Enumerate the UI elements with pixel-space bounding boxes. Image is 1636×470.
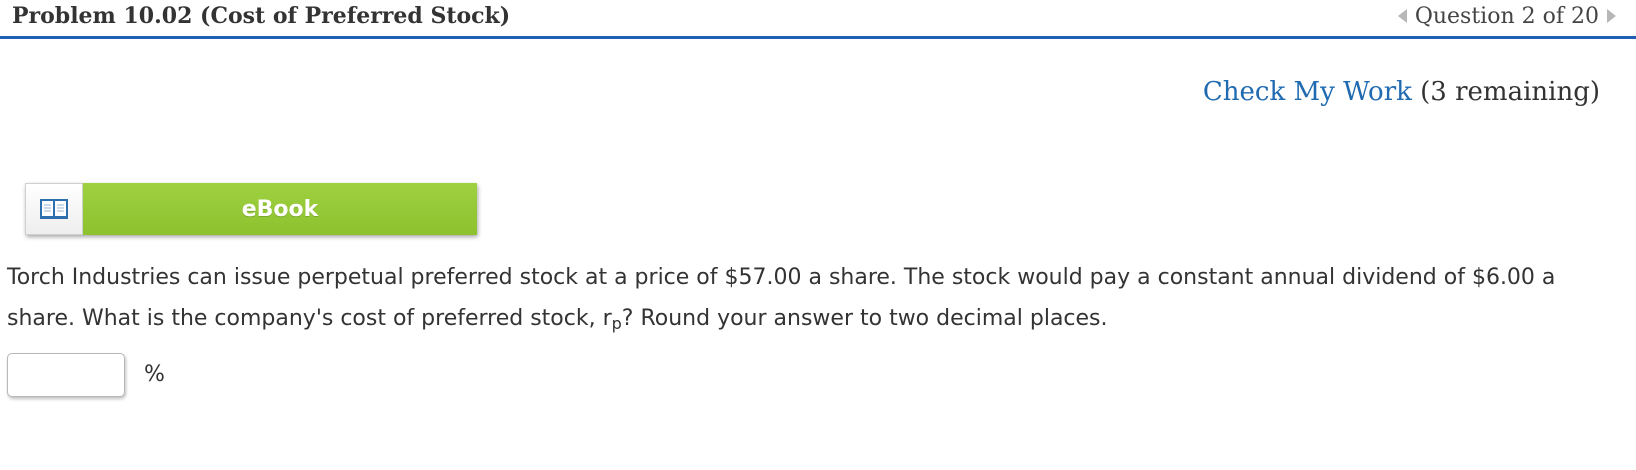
question-navigator: Question 2 of 20 [1397, 1, 1616, 31]
check-my-work-link[interactable]: Check My Work [1203, 77, 1412, 107]
next-question-icon[interactable] [1607, 9, 1616, 23]
ebook-icon-box [25, 183, 83, 235]
question-text-part2: ? Round your answer to two decimal place… [621, 306, 1108, 331]
problem-header: Problem 10.02 (Cost of Preferred Stock) … [0, 0, 1636, 39]
percent-unit: % [144, 362, 165, 387]
question-counter: Question 2 of 20 [1414, 3, 1599, 29]
question-subscript: p [611, 314, 622, 333]
previous-question-icon[interactable] [1397, 9, 1407, 23]
attempts-remaining: (3 remaining) [1420, 77, 1600, 107]
open-book-icon [40, 199, 68, 219]
ebook-button[interactable]: eBook [25, 183, 477, 235]
check-my-work-row: Check My Work (3 remaining) [1203, 72, 1600, 112]
ebook-label: eBook [83, 183, 477, 235]
answer-input[interactable] [7, 353, 125, 397]
question-text: Torch Industries can issue perpetual pre… [7, 257, 1627, 339]
problem-title: Problem 10.02 (Cost of Preferred Stock) [12, 3, 511, 29]
